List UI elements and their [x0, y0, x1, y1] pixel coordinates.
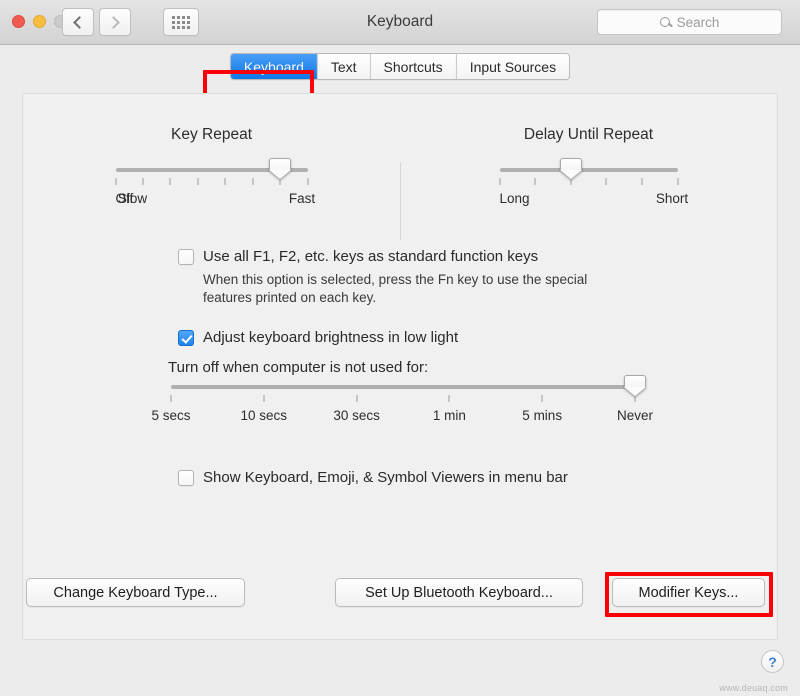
function-keys-label: Use all F1, F2, etc. keys as standard fu…	[203, 248, 539, 265]
search-placeholder: Search	[676, 14, 720, 30]
timeout-label-5-secs: 5 secs	[151, 408, 191, 423]
delay-thumb[interactable]	[559, 158, 582, 179]
set-up-bluetooth-keyboard-button[interactable]: Set Up Bluetooth Keyboard...	[335, 578, 583, 607]
timeout-label-never: Never	[616, 408, 654, 423]
change-keyboard-type-button[interactable]: Change Keyboard Type...	[26, 578, 245, 607]
show-viewers-checkbox[interactable]	[178, 470, 194, 486]
key-repeat-thumb[interactable]	[269, 158, 292, 179]
delay-ticks	[499, 178, 678, 187]
key-repeat-slider[interactable]: Off Slow Fast	[115, 158, 316, 209]
window-titlebar: Keyboard Search	[0, 0, 800, 45]
tab-keyboard[interactable]: Keyboard	[230, 54, 318, 79]
timeout-label-1-min: 1 min	[432, 408, 466, 423]
brightness-timeout-track[interactable]	[171, 385, 635, 389]
help-button[interactable]: ?	[761, 650, 784, 673]
watermark: www.deuaq.com	[719, 683, 788, 693]
tab-bar: Keyboard Text Shortcuts Input Sources	[0, 45, 800, 88]
brightness-timeout-slider[interactable]: 5 secs 10 secs 30 secs 1 min 5 mins Neve…	[151, 375, 653, 426]
key-repeat-ticks	[115, 178, 308, 187]
delay-track[interactable]	[499, 168, 678, 172]
delay-label-long: Long	[499, 191, 530, 206]
option-show-viewers-row[interactable]: Show Keyboard, Emoji, & Symbol Viewers i…	[178, 469, 568, 488]
brightness-timeout-labels: 5 secs 10 secs 30 secs 1 min 5 mins Neve…	[151, 408, 653, 426]
function-keys-checkbox[interactable]	[178, 249, 194, 265]
keyboard-preferences-window: Keyboard Search Keyboard Text Shortcuts …	[0, 0, 800, 696]
delay-until-repeat-title: Delay Until Repeat	[523, 126, 654, 143]
turn-off-timeout-label: Turn off when computer is not used for:	[168, 359, 429, 376]
tab-group: Keyboard Text Shortcuts Input Sources	[229, 53, 571, 80]
key-repeat-block: Key Repeat Off Slow Fast	[23, 126, 400, 209]
function-keys-description: When this option is selected, press the …	[203, 271, 588, 306]
option-function-keys-row[interactable]: Use all F1, F2, etc. keys as standard fu…	[178, 248, 648, 308]
show-viewers-label: Show Keyboard, Emoji, & Symbol Viewers i…	[203, 469, 568, 486]
timeout-label-5-mins: 5 mins	[522, 408, 563, 423]
key-repeat-labels: Off Slow Fast	[116, 191, 316, 209]
modifier-keys-button[interactable]: Modifier Keys...	[612, 578, 765, 607]
tab-input-sources[interactable]: Input Sources	[456, 54, 570, 79]
slider-divider	[400, 162, 401, 240]
delay-labels: Long Short	[499, 191, 689, 209]
tab-shortcuts[interactable]: Shortcuts	[370, 54, 457, 79]
key-repeat-label-fast: Fast	[288, 191, 316, 206]
brightness-timeout-ticks	[170, 395, 636, 404]
search-icon	[659, 17, 670, 27]
option-adjust-brightness-row[interactable]: Adjust keyboard brightness in low light	[178, 329, 458, 348]
adjust-brightness-label: Adjust keyboard brightness in low light	[203, 329, 459, 346]
tab-text[interactable]: Text	[317, 54, 371, 79]
key-repeat-title: Key Repeat	[171, 126, 252, 143]
timeout-label-30-secs: 30 secs	[333, 408, 380, 423]
repeat-sliders-row: Key Repeat Off Slow Fast Delay Until Rep…	[23, 126, 777, 240]
preferences-content-panel: Key Repeat Off Slow Fast Delay Until Rep…	[22, 93, 778, 640]
search-field[interactable]: Search	[597, 9, 782, 35]
delay-label-short: Short	[655, 191, 689, 206]
timeout-label-10-secs: 10 secs	[240, 408, 288, 423]
delay-until-repeat-block: Delay Until Repeat Long Short	[400, 126, 777, 209]
key-repeat-label-slow: Slow	[117, 191, 148, 206]
adjust-brightness-checkbox[interactable]	[178, 330, 194, 346]
brightness-timeout-thumb[interactable]	[624, 375, 646, 396]
delay-until-repeat-slider[interactable]: Long Short	[499, 158, 689, 209]
